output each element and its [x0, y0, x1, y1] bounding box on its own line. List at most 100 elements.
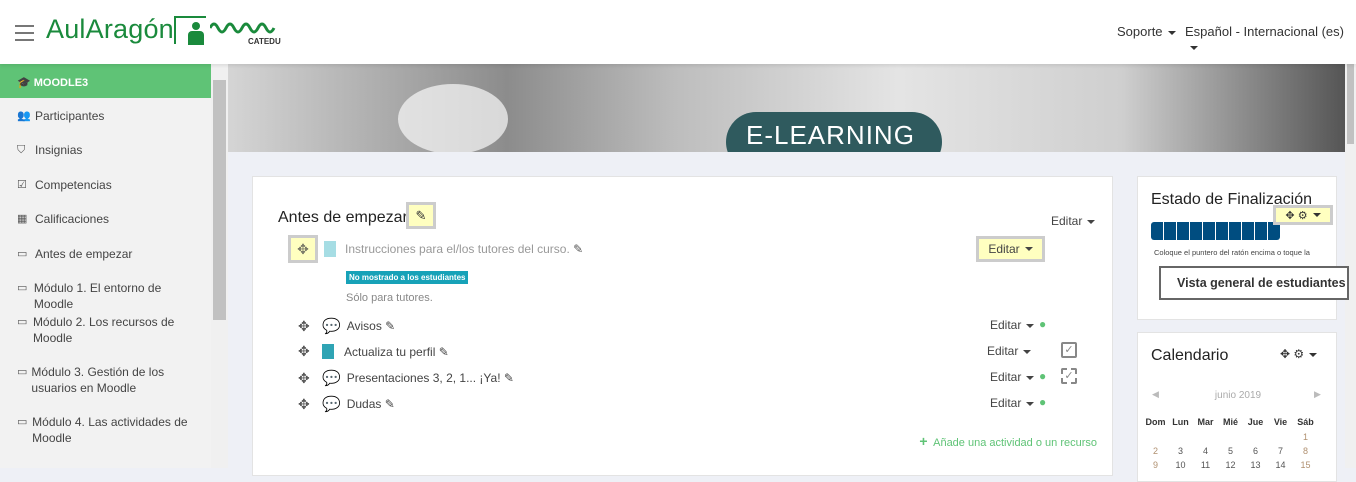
gear-icon[interactable]: ⚙ — [1293, 347, 1304, 361]
edit-label: Editar — [990, 370, 1022, 384]
block-controls[interactable]: ✥ ⚙ — [1273, 205, 1333, 225]
section-card: Antes de empezar ✎ Editar ✥ Instruccione… — [252, 176, 1113, 476]
checkbox-icon: ☑ — [17, 179, 27, 191]
activity-edit-menu[interactable]: Editar — [990, 370, 1035, 384]
activity-row[interactable]: ✥ 💬 Presentaciones 3, 2, 1... ¡Ya! ✎ — [298, 369, 514, 388]
activity-row[interactable]: ✥ 💬 Dudas ✎ — [298, 395, 395, 414]
support-menu[interactable]: Soporte — [1117, 24, 1176, 39]
calendar-day[interactable]: 11 — [1193, 460, 1218, 470]
gear-icon[interactable]: ⚙ — [1298, 209, 1308, 222]
sidebar-item-label: Insignias — [35, 143, 83, 157]
move-icon[interactable]: ✥ — [298, 318, 322, 335]
hidden-activity-edit-menu[interactable]: Editar — [976, 236, 1045, 262]
calendar-day[interactable]: 9 — [1143, 460, 1168, 470]
student-overview-button[interactable]: Vista general de estudiantes — [1159, 266, 1349, 300]
move-icon[interactable]: ✥ — [298, 396, 322, 413]
activity-title[interactable]: Dudas — [347, 397, 382, 411]
section-edit-menu[interactable]: Editar — [1051, 214, 1096, 228]
progress-block[interactable] — [1255, 222, 1267, 240]
language-menu[interactable]: Español - Internacional (es) — [1185, 24, 1356, 54]
user-icon: ● — [1039, 369, 1047, 383]
progress-block[interactable] — [1216, 222, 1228, 240]
move-icon[interactable]: ✥ — [288, 235, 318, 263]
edit-label: Editar — [1051, 214, 1083, 228]
activity-row[interactable]: ✥ Actualiza tu perfil ✎ — [298, 343, 449, 360]
pencil-icon[interactable]: ✎ — [385, 319, 395, 333]
progress-block[interactable] — [1203, 222, 1215, 240]
sidebar-item[interactable]: ▭ Módulo 3. Gestión de los usuarios en Mo… — [0, 364, 190, 396]
progress-block[interactable] — [1177, 222, 1189, 240]
support-label: Soporte — [1117, 24, 1163, 39]
calendar-day[interactable]: 15 — [1293, 460, 1318, 470]
next-month-icon[interactable]: ▶ — [1314, 389, 1321, 400]
move-icon[interactable]: ✥ — [1285, 209, 1294, 222]
sidebar-item[interactable]: ▭ Antes de empezar — [0, 246, 190, 262]
progress-block[interactable] — [1229, 222, 1241, 240]
logo-teacher-icon — [174, 16, 206, 45]
edit-title-pencil-icon[interactable]: ✎ — [406, 202, 436, 229]
pencil-icon[interactable]: ✎ — [439, 345, 449, 359]
activity-title[interactable]: Avisos — [347, 319, 382, 333]
progress-block[interactable] — [1164, 222, 1176, 240]
completion-block: Estado de Finalización ✥ ⚙ Coloque el pu… — [1137, 176, 1349, 320]
block-controls[interactable]: ✥ ⚙ — [1280, 347, 1318, 361]
calendar-day[interactable]: 12 — [1218, 460, 1243, 470]
sidebar-item[interactable]: ▭ Módulo 2. Los recursos de Moodle — [0, 314, 190, 346]
calendar-day[interactable]: 5 — [1218, 446, 1243, 456]
folder-icon: ▭ — [17, 282, 28, 294]
completion-progress-bar[interactable] — [1151, 222, 1281, 240]
move-icon[interactable]: ✥ — [298, 343, 322, 360]
calendar-day[interactable]: 6 — [1243, 446, 1268, 456]
edit-label: Editar — [990, 396, 1022, 410]
sidebar-item[interactable]: ☑ Competencias — [0, 177, 190, 193]
activity-title[interactable]: Actualiza tu perfil — [344, 345, 435, 359]
progress-block[interactable] — [1190, 222, 1202, 240]
weekday-label: Sáb — [1297, 417, 1314, 427]
calendar-day[interactable]: 4 — [1193, 446, 1218, 456]
add-activity-link[interactable]: + Añade una actividad o un recurso — [919, 433, 1097, 449]
menu-icon[interactable] — [15, 25, 34, 46]
page-icon — [322, 344, 334, 359]
move-icon[interactable]: ✥ — [1280, 347, 1290, 361]
activity-edit-menu[interactable]: Editar — [990, 396, 1035, 410]
user-icon: ● — [1039, 317, 1047, 331]
calendar-day[interactable]: 10 — [1168, 460, 1193, 470]
catedu-label: CATEDU — [248, 37, 281, 46]
sidebar-item[interactable]: ⛉ Insignias — [0, 142, 190, 158]
calendar-day[interactable]: 13 — [1243, 460, 1268, 470]
sidebar-item[interactable]: ▭ Módulo 1. El entorno de Moodle — [0, 280, 190, 312]
calendar-day[interactable]: 1 — [1293, 432, 1318, 442]
plus-icon: + — [919, 433, 928, 449]
weekday-label: Dom — [1145, 417, 1166, 427]
sidebar-item[interactable]: 👥 Participantes — [0, 108, 190, 124]
hidden-activity-link[interactable]: Instrucciones para el/los tutores del cu… — [345, 242, 583, 256]
logo[interactable]: AulAragón — [46, 14, 174, 45]
course-banner: E-LEARNING — [228, 64, 1345, 152]
calendar-day[interactable]: 2 — [1143, 446, 1168, 456]
activity-edit-menu[interactable]: Editar — [987, 344, 1032, 358]
sidebar-course[interactable]: 🎓 MOODLE3 — [0, 64, 211, 98]
calendar-day[interactable]: 8 — [1293, 446, 1318, 456]
activity-edit-menu[interactable]: Editar — [990, 318, 1035, 332]
pencil-icon[interactable]: ✎ — [573, 242, 583, 256]
sidebar-scrollbar[interactable] — [211, 64, 228, 468]
sidebar-item[interactable]: ▭ Módulo 4. Las actividades de Moodle — [0, 414, 190, 446]
calendar-day[interactable]: 7 — [1268, 446, 1293, 456]
move-icon[interactable]: ✥ — [298, 370, 322, 387]
table-icon: ▦ — [17, 213, 28, 225]
shield-icon: ⛉ — [17, 144, 26, 156]
progress-block[interactable] — [1242, 222, 1254, 240]
sidebar-item-label: Calificaciones — [35, 212, 110, 226]
calendar-day[interactable]: 14 — [1268, 460, 1293, 470]
pencil-icon[interactable]: ✎ — [385, 397, 395, 411]
pencil-icon[interactable]: ✎ — [504, 371, 514, 385]
activity-row[interactable]: ✥ 💬 Avisos ✎ — [298, 317, 395, 336]
hidden-badge: No mostrado a los estudiantes — [346, 271, 469, 284]
progress-block[interactable] — [1151, 222, 1163, 240]
completion-checkbox[interactable]: ✓ — [1061, 342, 1077, 358]
completion-checkbox[interactable]: ✓ — [1061, 368, 1077, 384]
add-activity-label: Añade una actividad o un recurso — [933, 437, 1097, 449]
activity-title[interactable]: Presentaciones 3, 2, 1... ¡Ya! — [347, 371, 501, 385]
sidebar-item[interactable]: ▦ Calificaciones — [0, 211, 190, 227]
calendar-day[interactable]: 3 — [1168, 446, 1193, 456]
